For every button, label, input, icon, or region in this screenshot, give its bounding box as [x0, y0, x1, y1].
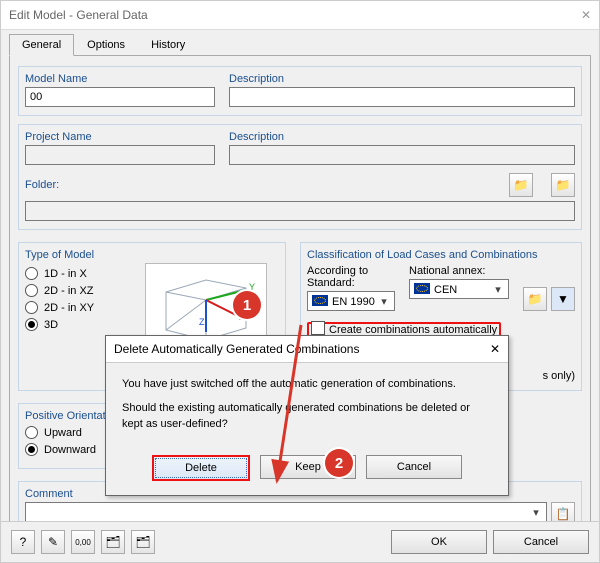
auto-combo-checkbox[interactable]: [311, 321, 325, 335]
chevron-down-icon: ▾: [490, 283, 506, 296]
standard-label: According to Standard:: [307, 265, 395, 289]
radio-3d[interactable]: 3D: [25, 318, 125, 331]
dialog-line1: You have just switched off the automatic…: [122, 377, 492, 393]
units-icon[interactable]: 0,00: [71, 530, 95, 554]
type-of-model-legend: Type of Model: [25, 249, 279, 261]
model-name-label: Model Name: [25, 73, 215, 85]
group-project: Project Name Description Folder: 📁 📁: [18, 124, 582, 230]
cancel-button[interactable]: Cancel: [493, 530, 589, 554]
annotation-marker-2: 2: [325, 449, 353, 477]
window-title: Edit Model - General Data: [9, 1, 148, 29]
annotation-marker-1: 1: [233, 291, 261, 319]
eu-flag-icon: [414, 283, 430, 294]
annex-combo[interactable]: CEN ▾: [409, 279, 509, 299]
group-model: Model Name Description: [18, 66, 582, 116]
pick-icon[interactable]: 🗂: [101, 530, 125, 554]
folder-browse-icon[interactable]: 📁: [509, 173, 533, 197]
classification-legend: Classification of Load Cases and Combina…: [307, 249, 575, 261]
footer: ? ✎ 0,00 🗂 🗂 OK Cancel: [1, 521, 599, 562]
project-desc-label: Description: [229, 131, 575, 143]
tab-options[interactable]: Options: [74, 34, 138, 56]
dialog-cancel-button[interactable]: Cancel: [366, 455, 462, 479]
eu-flag-icon: [312, 295, 328, 306]
pick2-icon[interactable]: 🗂: [131, 530, 155, 554]
dialog-title: Delete Automatically Generated Combinati…: [114, 342, 359, 356]
confirm-dialog: Delete Automatically Generated Combinati…: [105, 335, 509, 496]
main-window: Edit Model - General Data ✕ General Opti…: [0, 0, 600, 563]
dialog-buttons: Delete Keep Cancel: [106, 447, 508, 495]
dialog-titlebar: Delete Automatically Generated Combinati…: [106, 336, 508, 363]
delete-button[interactable]: Delete: [152, 455, 250, 481]
tab-general[interactable]: General: [9, 34, 74, 56]
chevron-down-icon: ▾: [528, 506, 544, 519]
dialog-close-icon[interactable]: ✕: [490, 342, 500, 356]
tab-strip: General Options History: [9, 34, 591, 56]
annex-edit-icon[interactable]: 📁: [523, 287, 547, 311]
dialog-line2: Should the existing automatically genera…: [122, 401, 492, 433]
folder-path-input: [25, 201, 575, 221]
model-desc-input[interactable]: [229, 87, 575, 107]
radio-1d-x[interactable]: 1D - in X: [25, 267, 125, 280]
close-icon[interactable]: ✕: [581, 1, 591, 29]
folder-browse2-icon[interactable]: 📁: [551, 173, 575, 197]
model-desc-label: Description: [229, 73, 575, 85]
titlebar: Edit Model - General Data ✕: [1, 1, 599, 30]
project-desc-input: [229, 145, 575, 165]
dialog-body: You have just switched off the automatic…: [106, 363, 508, 447]
edit-icon[interactable]: ✎: [41, 530, 65, 554]
radio-2d-xy[interactable]: 2D - in XY: [25, 301, 125, 314]
project-name-input: [25, 145, 215, 165]
folder-label: Folder:: [25, 179, 65, 191]
tab-history[interactable]: History: [138, 34, 198, 56]
model-name-input[interactable]: [25, 87, 215, 107]
help-icon[interactable]: ?: [11, 530, 35, 554]
annex-filter-icon[interactable]: ▼: [551, 287, 575, 311]
ok-button[interactable]: OK: [391, 530, 487, 554]
standard-combo[interactable]: EN 1990 ▾: [307, 291, 395, 311]
comment-combo[interactable]: ▾: [25, 502, 547, 522]
radio-2d-xz[interactable]: 2D - in XZ: [25, 284, 125, 297]
chevron-down-icon: ▾: [376, 295, 392, 308]
annex-label: National annex:: [409, 265, 509, 277]
project-name-label: Project Name: [25, 131, 215, 143]
svg-text:Z: Z: [199, 317, 205, 327]
